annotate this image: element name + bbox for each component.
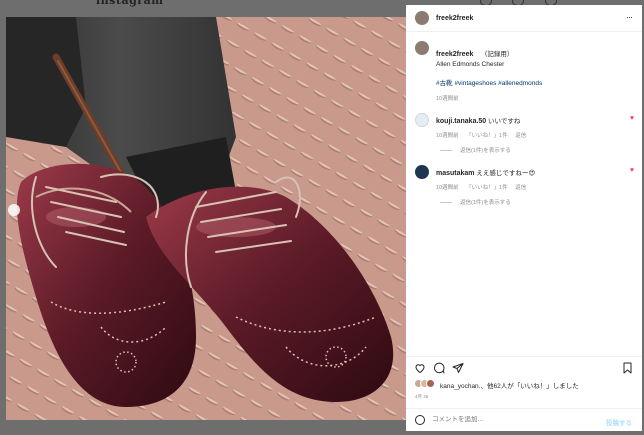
- header-username[interactable]: freek2freek: [436, 15, 473, 22]
- share-paper-plane-icon[interactable]: [452, 362, 464, 374]
- comment-like-count[interactable]: 「いいね！」1件: [466, 133, 508, 139]
- liker-username[interactable]: kana_yochan.: [440, 383, 480, 390]
- comment-like-heart-icon[interactable]: ♥: [630, 167, 634, 174]
- caption-avatar[interactable]: [415, 41, 429, 55]
- comment-body: kouji.tanaka.50 いいですね: [436, 115, 520, 125]
- post-sidebar: freek2freek ··· freek2freek （記録用） Allen …: [406, 5, 642, 431]
- post-date[interactable]: 4月 26: [415, 394, 428, 400]
- likes-other-count[interactable]: 、他62: [480, 383, 500, 390]
- view-replies-button[interactable]: 返信(1件)を表示する: [440, 198, 511, 206]
- comment-meta: 10週間前 「いいね！」1件 返信: [436, 131, 526, 139]
- comment-text: ええ感じですねー😍: [476, 170, 536, 177]
- post-photo: [6, 17, 406, 420]
- comment-bubble-icon[interactable]: [433, 362, 445, 374]
- add-comment-bar: 投稿する: [406, 408, 642, 431]
- like-heart-icon[interactable]: [414, 362, 426, 374]
- replies-divider: [440, 150, 452, 152]
- caption-username[interactable]: freek2freek: [436, 51, 473, 58]
- comment-time[interactable]: 10週間前: [436, 133, 459, 139]
- caption-title: freek2freek （記録用）: [436, 43, 513, 61]
- view-replies-label: 返信(1件)を表示する: [460, 200, 511, 206]
- background-logo-text: instagram: [96, 0, 164, 7]
- caption-text: Allen Edmonds Chester: [436, 61, 505, 68]
- comment-time[interactable]: 10週間前: [436, 185, 459, 191]
- comment-like-heart-icon[interactable]: ♥: [630, 115, 634, 122]
- caption-time[interactable]: 10週間前: [436, 94, 459, 102]
- view-replies-button[interactable]: 返信(1件)を表示する: [440, 146, 511, 154]
- post-comment-button[interactable]: 投稿する: [606, 417, 632, 427]
- comment-body: masutakam ええ感じですねー😍: [436, 167, 535, 177]
- save-bookmark-icon[interactable]: [622, 362, 633, 374]
- more-options-icon[interactable]: ···: [626, 12, 633, 22]
- commenter-avatar[interactable]: [415, 165, 429, 179]
- likes-suffix: 人が「いいね！」しました: [500, 383, 579, 390]
- emoji-picker-icon[interactable]: [415, 415, 425, 425]
- hashtag-link[interactable]: #古靴: [436, 80, 453, 87]
- comment-text: いいですね: [488, 118, 521, 125]
- liker-avatar: [426, 379, 435, 388]
- hashtag-link[interactable]: #vintageshoes: [454, 80, 496, 87]
- post-modal-overlay: instagram freek2freek ··· freek2freek （記…: [0, 0, 644, 435]
- hashtag-link[interactable]: #allenedmonds: [498, 80, 542, 87]
- comment-like-count[interactable]: 「いいね！」1件: [466, 185, 508, 191]
- previous-photo-arrow[interactable]: [8, 204, 20, 216]
- comment-username[interactable]: kouji.tanaka.50: [436, 118, 486, 125]
- view-replies-label: 返信(1件)を表示する: [460, 148, 511, 154]
- commenter-avatar[interactable]: [415, 113, 429, 127]
- author-avatar[interactable]: [415, 11, 429, 25]
- post-header: freek2freek ···: [406, 5, 642, 32]
- comment-reply-button[interactable]: 返信: [515, 133, 526, 139]
- comment-input[interactable]: [432, 416, 582, 423]
- caption-note: （記録用）: [480, 51, 514, 58]
- comment-reply-button[interactable]: 返信: [515, 185, 526, 191]
- replies-divider: [440, 202, 452, 204]
- caption-hashtags: #古靴 #vintageshoes #allenedmonds: [436, 77, 542, 87]
- comment-meta: 10週間前 「いいね！」1件 返信: [436, 183, 526, 191]
- shoes-photo-illustration: [6, 17, 406, 420]
- post-actions-bar: [406, 356, 642, 378]
- comment-username[interactable]: masutakam: [436, 170, 475, 177]
